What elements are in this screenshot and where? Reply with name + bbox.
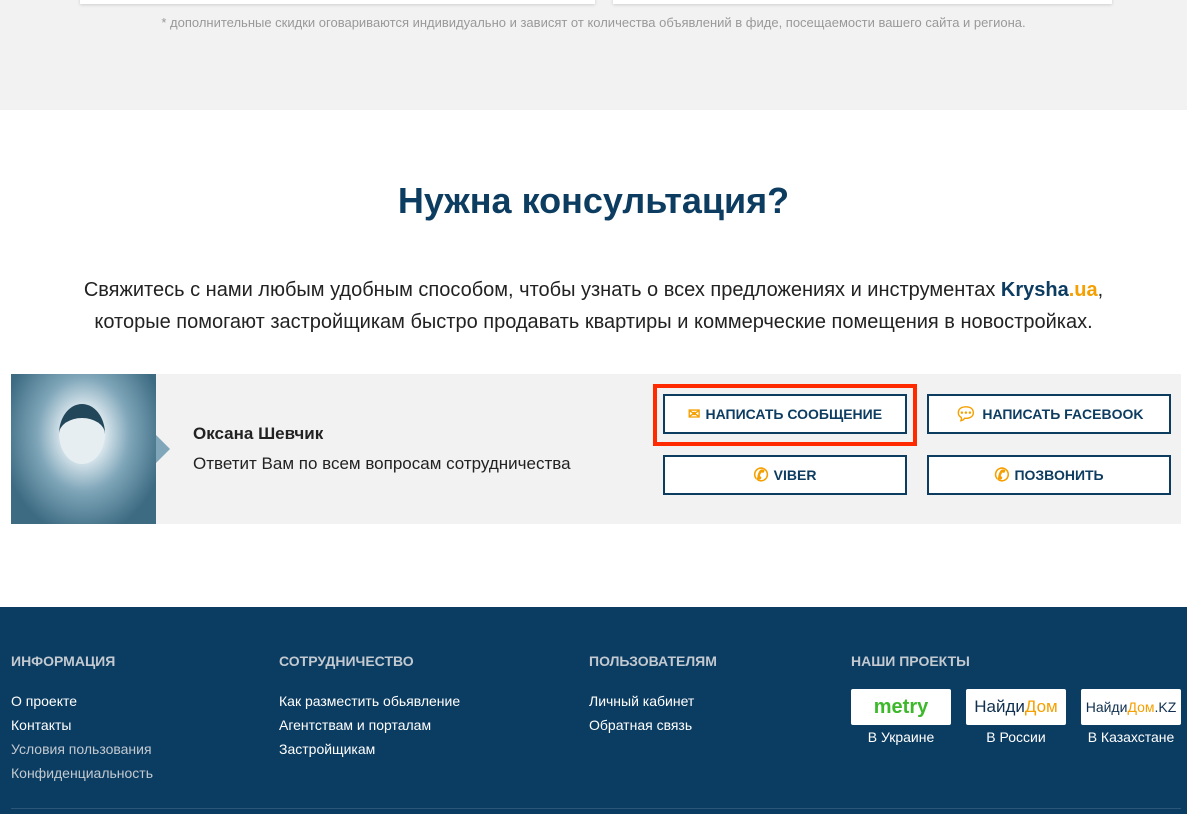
link-contacts[interactable]: Контакты [11,713,153,737]
link-account[interactable]: Личный кабинет [589,689,717,713]
link-agencies[interactable]: Агентствам и порталам [279,713,460,737]
link-privacy[interactable]: Конфиденциальность [11,761,153,785]
link-how-to-post[interactable]: Как разместить обьявление [279,689,460,713]
viber-phone-icon: ✆ [753,465,769,485]
project-label: В России [986,729,1046,745]
pricing-card [613,0,1112,4]
metry-logo: metry [851,689,951,725]
pricing-section: * дополнительные скидки оговариваются ин… [0,0,1187,110]
button-label: НАПИСАТЬ FACEBOOK [982,406,1144,422]
phone-icon: ✆ [994,465,1010,485]
pricing-card [80,0,595,4]
project-russia[interactable]: Найди Дом В России [966,689,1066,745]
discount-footnote: * дополнительные скидки оговариваются ин… [161,15,1026,30]
link-about[interactable]: О проекте [11,689,153,713]
button-label: ПОЗВОНИТЬ [1014,467,1104,483]
call-button[interactable]: ✆ ПОЗВОНИТЬ [927,455,1171,495]
button-label: НАПИСАТЬ СООБЩЕНИЕ [705,406,883,422]
naydidom-logo: Найди Дом [966,689,1066,725]
viber-button[interactable]: ✆ VIBER [663,455,907,495]
lead-text: Свяжитесь с нами любым удобным способом,… [0,274,1187,338]
lead-line2: которые помогают застройщикам быстро про… [94,311,1093,333]
project-label: В Украине [867,729,935,745]
facebook-message-button[interactable]: 💬︎ НАПИСАТЬ FACEBOOK [927,394,1171,434]
project-label: В Казахстане [1087,729,1175,745]
footer-projects: НАШИ ПРОЕКТЫ [851,653,970,689]
link-terms[interactable]: Условия пользования [11,737,153,761]
link-developers[interactable]: Застройщикам [279,737,460,761]
naydidom-kz-logo: Найди Дом .KZ [1081,689,1181,725]
contact-name: Оксана Шевчик [193,424,324,443]
footer-heading: ИНФОРМАЦИЯ [11,653,116,669]
chat-bubble-icon: 💬︎ [954,404,978,424]
page-title: Нужна консультация? [397,180,790,221]
send-message-button[interactable]: ✉ НАПИСАТЬ СООБЩЕНИЕ [663,394,907,434]
brand-link[interactable]: Krysha.ua [1001,279,1098,301]
footer-heading: СОТРУДНИЧЕСТВО [279,653,414,669]
footer: ИНФОРМАЦИЯ О проекте Контакты Условия по… [0,607,1187,814]
lead-comma: , [1097,279,1104,301]
footer-users: ПОЛЬЗОВАТЕЛЯМ Личный кабинет Обратная св… [589,653,717,737]
lead-line1: Свяжитесь с нами любым удобным способом,… [83,279,1001,301]
footer-info: ИНФОРМАЦИЯ О проекте Контакты Условия по… [11,653,153,785]
contact-description: Ответит Вам по всем вопросам сотрудничес… [193,454,571,473]
button-label: VIBER [773,467,817,483]
footer-divider [11,808,1181,809]
footer-heading: ПОЛЬЗОВАТЕЛЯМ [589,653,717,669]
avatar [11,374,170,524]
footer-coop: СОТРУДНИЧЕСТВО Как разместить обьявление… [279,653,460,761]
project-kazakhstan[interactable]: Найди Дом .KZ В Казахстане [1081,689,1181,745]
footer-heading: НАШИ ПРОЕКТЫ [851,653,970,669]
envelope-icon: ✉ [687,405,701,423]
project-ukraine[interactable]: metry В Украине [851,689,951,745]
link-feedback[interactable]: Обратная связь [589,713,717,737]
